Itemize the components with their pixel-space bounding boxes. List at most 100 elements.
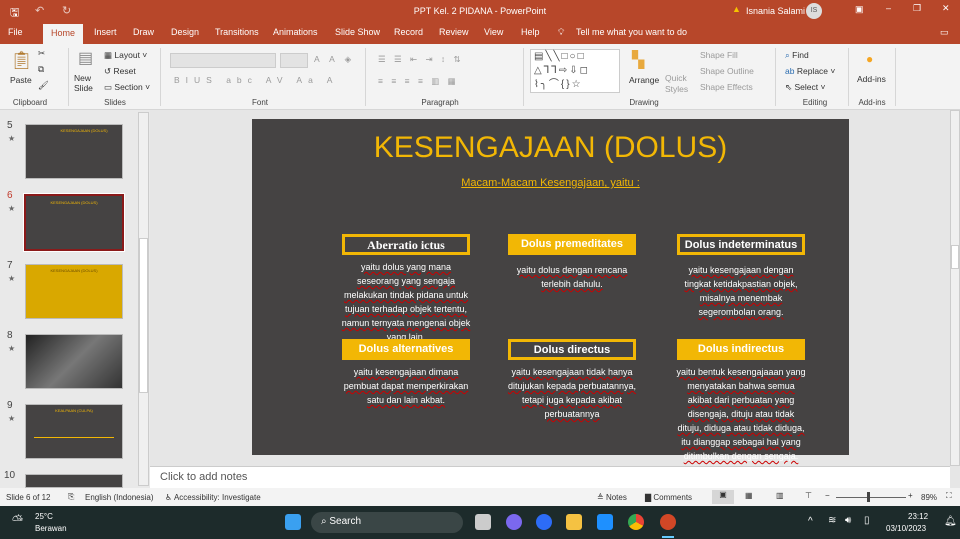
dolus-type-description[interactable]: yaitu kesengajaan tidak hanya ditujukan … (506, 365, 638, 421)
tab-help[interactable]: Help (521, 27, 540, 37)
format-painter-icon[interactable]: 🖌︎ (38, 80, 49, 91)
slide-thumbnail-6[interactable]: KESENGAJAAN (DOLUS) (23, 193, 125, 252)
show-hidden-icons[interactable]: ^ (808, 516, 813, 527)
dolus-type-box[interactable]: Dolus indeterminatus (677, 234, 805, 255)
font-size-buttons[interactable]: A A ◈ (314, 54, 355, 65)
tab-animations[interactable]: Animations (273, 27, 318, 37)
tab-record[interactable]: Record (394, 27, 423, 37)
tab-slide-show[interactable]: Slide Show (335, 27, 380, 37)
dolus-type-description[interactable]: yaitu kesengajaan dengan tingkat ketidak… (675, 263, 807, 319)
notes-button[interactable]: ≜ Notes (597, 493, 627, 502)
section-button[interactable]: ▭ Section ˅ (104, 82, 150, 93)
tab-transitions[interactable]: Transitions (215, 27, 259, 37)
maximize-icon[interactable]: ❐ (913, 3, 921, 14)
dolus-type-box[interactable]: Aberratio ictus (342, 234, 470, 255)
mail-icon[interactable] (597, 514, 613, 530)
minimize-icon[interactable]: – (886, 3, 891, 13)
font-name-select[interactable] (170, 53, 276, 68)
shapes-gallery[interactable]: ▤╲╲□○□ △⅂⅂⇨⇩◻ ⌇╮⌒{}☆ (530, 49, 620, 93)
tab-home[interactable]: Home (43, 24, 84, 44)
slide-thumbnail-9[interactable]: KEALPAAN (CULPA) (25, 404, 123, 459)
tab-review[interactable]: Review (439, 27, 469, 37)
zoom-app-icon[interactable] (536, 514, 552, 530)
align-buttons[interactable]: ≡ ≡ ≡ ≡ ▥ ▦ (378, 76, 459, 87)
fit-slide-icon[interactable]: ⛶ (946, 491, 952, 501)
select-button[interactable]: ⇖ Select ˅ (785, 82, 825, 93)
start-button[interactable] (285, 514, 301, 530)
find-button[interactable]: ⌕ Find (785, 50, 809, 61)
file-explorer-icon[interactable] (566, 514, 582, 530)
tab-draw[interactable]: Draw (133, 27, 154, 37)
language-status[interactable]: English (Indonesia) (85, 493, 153, 502)
close-icon[interactable]: ✕ (942, 3, 950, 14)
add-ins-button[interactable]: Add-ins (857, 74, 886, 84)
tab-insert[interactable]: Insert (94, 27, 117, 37)
slide-title[interactable]: KESENGAJAAN (DOLUS) (252, 131, 849, 165)
comments-icon[interactable]: ▭ (940, 27, 949, 38)
new-slide-button[interactable]: New Slide (74, 73, 102, 93)
task-view-icon[interactable] (475, 514, 491, 530)
font-format-buttons[interactable]: BIUS abc AV Aa A (174, 75, 338, 85)
clock-time[interactable]: 23:12 (908, 512, 928, 521)
weather-status[interactable]: Berawan (35, 524, 67, 533)
zoom-slider[interactable] (836, 497, 906, 498)
replace-button[interactable]: ab Replace ˅ (785, 66, 835, 76)
zoom-in-button[interactable]: + (908, 491, 913, 500)
teams-icon[interactable] (506, 514, 522, 530)
slide-sorter-button[interactable]: ▦ (745, 491, 753, 500)
reading-view-button[interactable]: ▥ (776, 491, 784, 500)
tell-me-search[interactable]: Tell me what you want to do (576, 27, 687, 37)
copy-icon[interactable]: ⧉ (38, 64, 44, 75)
dolus-type-box[interactable]: Dolus premeditates (508, 234, 636, 255)
tab-view[interactable]: View (484, 27, 503, 37)
ribbon-display-icon[interactable]: ▣ (855, 4, 864, 15)
shape-fill-button[interactable]: Shape Fill (700, 50, 738, 60)
dolus-type-description[interactable]: yaitu dolus yang mana seseorang yang sen… (340, 260, 472, 344)
slide-thumbnail-10[interactable] (25, 474, 123, 488)
zoom-slider-thumb[interactable] (867, 492, 871, 502)
slide-show-button[interactable]: ⊤ (805, 491, 812, 500)
paste-icon[interactable]: 📋︎ (10, 50, 33, 71)
temperature[interactable]: 25°C (35, 512, 53, 521)
slide-canvas[interactable]: KESENGAJAAN (DOLUS) Macam-Macam Kesengaj… (252, 119, 849, 461)
spelling-icon[interactable]: ⎘ (68, 492, 74, 502)
slide-subtitle[interactable]: Macam-Macam Kesengajaan, yaitu : (252, 177, 849, 189)
dolus-type-description[interactable]: yaitu kesengajaan dimana pembuat dapat m… (340, 365, 472, 407)
normal-view-button[interactable]: ▣ (712, 490, 734, 504)
dolus-type-box[interactable]: Dolus alternatives (342, 339, 470, 360)
taskbar-search[interactable]: ⌕ Search (311, 512, 463, 533)
zoom-level[interactable]: 89% (921, 493, 937, 502)
quick-styles-button[interactable]: Quick Styles (665, 73, 695, 95)
layout-button[interactable]: ▦ Layout ˅ (104, 50, 147, 61)
user-name[interactable]: Isnania Salami (746, 6, 805, 16)
slide-scrollbar[interactable] (950, 110, 960, 466)
shape-outline-button[interactable]: Shape Outline (700, 66, 754, 76)
comments-button[interactable]: ▇ Comments (645, 493, 692, 502)
zoom-out-button[interactable]: − (825, 491, 830, 500)
notification-icon[interactable]: 🔔︎ (944, 516, 957, 527)
dolus-type-box[interactable]: Dolus indirectus (677, 339, 805, 360)
dolus-type-description[interactable]: yaitu dolus dengan rencana terlebih dahu… (506, 263, 638, 291)
dolus-type-box[interactable]: Dolus directus (508, 339, 636, 360)
chrome-icon[interactable] (628, 514, 644, 530)
slide-thumbnail-5[interactable]: KESENGAJAAN (DOLUS) (25, 124, 123, 179)
notes-pane[interactable]: Click to add notes (150, 466, 950, 488)
wifi-icon[interactable]: ≋ (828, 515, 836, 526)
list-buttons[interactable]: ☰ ☰ ⇤ ⇥ ↕ ⇅ (378, 54, 464, 65)
tab-file[interactable]: File (8, 27, 23, 37)
dolus-type-description[interactable]: yaitu bentuk kesengajaaan yang menyataka… (675, 365, 807, 463)
battery-icon[interactable]: ▯ (864, 515, 870, 526)
powerpoint-icon[interactable] (660, 514, 676, 530)
tab-design[interactable]: Design (171, 27, 199, 37)
paste-button[interactable]: Paste (10, 75, 32, 85)
arrange-button[interactable]: Arrange (629, 75, 659, 85)
font-size-select[interactable] (280, 53, 308, 68)
shape-effects-button[interactable]: Shape Effects (700, 82, 753, 92)
clock-date[interactable]: 03/10/2023 (886, 524, 926, 533)
avatar[interactable]: IS (806, 3, 822, 19)
slide-thumbnail-8[interactable] (25, 334, 123, 389)
cut-icon[interactable]: ✂ (38, 48, 45, 59)
reset-button[interactable]: ↺ Reset (104, 66, 136, 77)
accessibility-status[interactable]: ♿︎ Accessibility: Investigate (165, 493, 261, 502)
slide-scrollbar-thumb[interactable] (951, 245, 959, 269)
